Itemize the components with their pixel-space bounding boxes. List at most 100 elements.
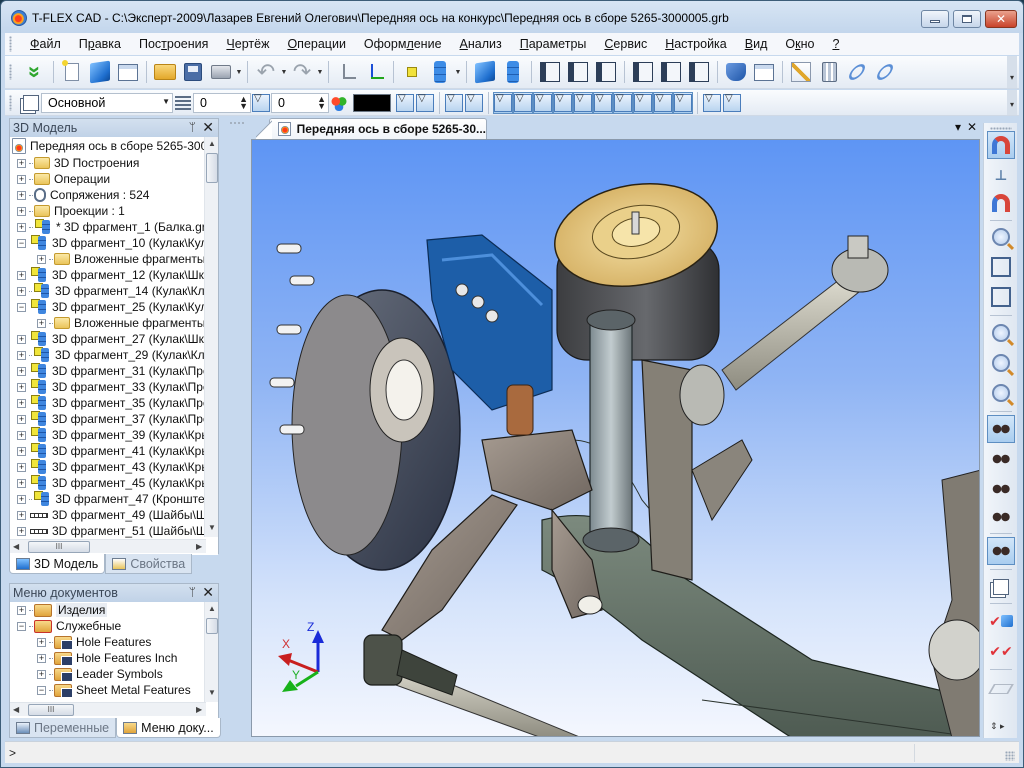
filter-solid-circle-button[interactable] xyxy=(633,91,653,114)
filter-body-button[interactable] xyxy=(573,91,593,114)
3d-fragment-button[interactable] xyxy=(426,58,454,86)
view-axis-button[interactable] xyxy=(987,537,1015,565)
new-fragment-button[interactable] xyxy=(629,58,657,86)
new-from-template-button[interactable] xyxy=(114,58,142,86)
menu-item-10[interactable]: Вид xyxy=(736,37,777,51)
menu-item-6[interactable]: Анализ xyxy=(451,37,511,51)
toolbar-overflow-button[interactable]: ▾ xyxy=(1007,56,1017,88)
filter-solid-green-button[interactable] xyxy=(613,91,633,114)
color-swatch[interactable] xyxy=(353,93,391,112)
filter-list-button[interactable] xyxy=(415,92,435,114)
documents-vscrollbar[interactable]: ▲ ▼ xyxy=(204,602,218,702)
fit-selection-button[interactable] xyxy=(987,283,1015,311)
fragment-dropdown[interactable]: ▼ xyxy=(454,69,462,76)
model-tree-item[interactable]: + Вложенные фрагменты xyxy=(10,251,218,267)
toolbar-grip[interactable] xyxy=(9,94,15,111)
expand-icon[interactable]: + xyxy=(17,510,26,520)
menu-item-5[interactable]: Оформление xyxy=(355,37,451,51)
menu-item-11[interactable]: Окно xyxy=(776,37,823,51)
model-tree-item[interactable]: +3D фрагмент_43 (Кулак\Крышка xyxy=(10,459,218,475)
copy-pages-button[interactable] xyxy=(987,573,1015,601)
model-tree-item[interactable]: +3D Построения xyxy=(10,155,218,171)
menu-item-8[interactable]: Сервис xyxy=(595,37,656,51)
model-tree-item[interactable]: − 3D фрагмент_10 (Кулак\Кулак xyxy=(10,235,218,251)
insert-fragment-button[interactable] xyxy=(536,58,564,86)
model-tree-item[interactable]: +3D фрагмент_41 (Кулак\Крышка xyxy=(10,443,218,459)
lcs-button[interactable] xyxy=(361,58,389,86)
maximize-button[interactable] xyxy=(953,10,981,28)
model-tree-item[interactable]: + Вложенные фрагменты xyxy=(10,315,218,331)
link-constraint-button[interactable] xyxy=(871,58,899,86)
expand-icon[interactable]: + xyxy=(17,430,26,440)
filter-shapes-button[interactable] xyxy=(673,91,693,114)
menu-item-12[interactable]: ? xyxy=(823,37,848,51)
panel-tab-1[interactable]: Свойства xyxy=(105,554,193,574)
model-tree-item[interactable]: +3D фрагмент_33 (Кулак\Прокладка xyxy=(10,379,218,395)
style-button[interactable] xyxy=(21,92,41,114)
menu-item-2[interactable]: Построения xyxy=(130,37,217,51)
docs-tree-item[interactable]: + Изделия xyxy=(10,602,218,618)
expand-icon[interactable]: + xyxy=(37,669,46,679)
level-button[interactable] xyxy=(251,92,271,114)
expand-icon[interactable]: + xyxy=(17,174,26,184)
scroll-thumb[interactable]: III xyxy=(28,541,90,553)
color-palette-button[interactable] xyxy=(329,92,349,114)
model-tree-item[interactable]: +3D фрагмент_39 (Кулак\Крышка xyxy=(10,427,218,443)
model-tree-item[interactable]: +3D фрагмент_47 (Кронштейн xyxy=(10,491,218,507)
model-tree-item[interactable]: +3D фрагмент_27 (Кулак\Шкворень xyxy=(10,331,218,347)
select-fragment-button[interactable] xyxy=(722,92,742,114)
scroll-right-icon[interactable]: ▶ xyxy=(196,703,202,717)
expand-icon[interactable]: + xyxy=(17,270,26,280)
menu-item-3[interactable]: Чертёж xyxy=(217,37,278,51)
close-document-icon[interactable]: ✕ xyxy=(967,120,977,134)
fragment-edit-button[interactable] xyxy=(685,58,713,86)
expand-icon[interactable]: + xyxy=(37,254,46,264)
tree-root[interactable]: Передняя ось в сборе 5265-3000005.grb xyxy=(10,137,218,155)
model-tree-item[interactable]: +3D фрагмент_45 (Кулак\Крышка xyxy=(10,475,218,491)
toolbar-overflow-button[interactable]: ⇕ ▸ xyxy=(990,721,1005,732)
expand-icon[interactable]: + xyxy=(17,462,26,472)
model-tree-hscrollbar[interactable]: ◀ III ▶ xyxy=(10,539,206,553)
model-tree-item[interactable]: +3D фрагмент_29 (Кулак\Клин xyxy=(10,347,218,363)
view-rotate-button[interactable] xyxy=(987,503,1015,531)
model-tree-item[interactable]: +3D фрагмент_37 (Кулак\Прокладка xyxy=(10,411,218,427)
expand-icon[interactable]: + xyxy=(37,637,46,647)
workplane-button[interactable] xyxy=(333,58,361,86)
model-tree-item[interactable]: + * 3D фрагмент_1 (Балка.grb) xyxy=(10,219,218,235)
model-tree-item[interactable]: +3D фрагмент_12 (Кулак\Шкворень xyxy=(10,267,218,283)
expand-icon[interactable]: + xyxy=(17,190,26,200)
build-button[interactable] xyxy=(787,58,815,86)
panel-tab-0[interactable]: 3D Модель xyxy=(9,554,106,574)
scroll-up-icon[interactable]: ▲ xyxy=(205,604,218,613)
fit-all-button[interactable] xyxy=(987,253,1015,281)
menu-item-0[interactable]: Файл xyxy=(21,37,70,51)
scroll-thumb[interactable]: III xyxy=(28,704,74,716)
zoom-next-button[interactable] xyxy=(987,379,1015,407)
scroll-thumb[interactable] xyxy=(206,618,218,634)
menu-grip[interactable] xyxy=(9,36,15,52)
model-tree-item[interactable]: − 3D фрагмент_25 (Кулак\Кулак xyxy=(10,299,218,315)
specification-button[interactable] xyxy=(750,58,778,86)
scroll-left-icon[interactable]: ◀ xyxy=(13,703,19,717)
calculator-button[interactable] xyxy=(815,58,843,86)
check-fragment-button[interactable] xyxy=(564,58,592,86)
model-tree-item[interactable]: +3D фрагмент_51 (Шайбы\Шайба xyxy=(10,523,218,539)
zoom-page-button[interactable] xyxy=(987,319,1015,347)
view-orient-button[interactable] xyxy=(987,415,1015,443)
3d-viewport[interactable]: Z X Y xyxy=(251,139,980,737)
level-spinner[interactable]: 0 ▲ ▼ xyxy=(271,92,329,113)
product-structure-button[interactable] xyxy=(722,58,750,86)
toolbar-grip[interactable] xyxy=(990,127,1012,130)
docs-tree-item[interactable]: − Служебные xyxy=(10,618,218,634)
scroll-up-icon[interactable]: ▲ xyxy=(205,139,218,148)
section-plane-button[interactable] xyxy=(987,675,1015,703)
filter-workplane-button[interactable] xyxy=(493,91,513,114)
filter-profile-button[interactable] xyxy=(553,91,573,114)
view-dimension-button[interactable] xyxy=(987,445,1015,473)
check-all-model-button[interactable]: ✔✔ xyxy=(987,637,1015,665)
docs-tree-item[interactable]: + Leader Symbols xyxy=(10,666,218,682)
expand-icon[interactable]: + xyxy=(17,382,26,392)
filter-button[interactable] xyxy=(395,92,415,114)
scroll-left-icon[interactable]: ◀ xyxy=(13,540,19,554)
pin-icon[interactable]: ᛘ xyxy=(189,585,196,599)
